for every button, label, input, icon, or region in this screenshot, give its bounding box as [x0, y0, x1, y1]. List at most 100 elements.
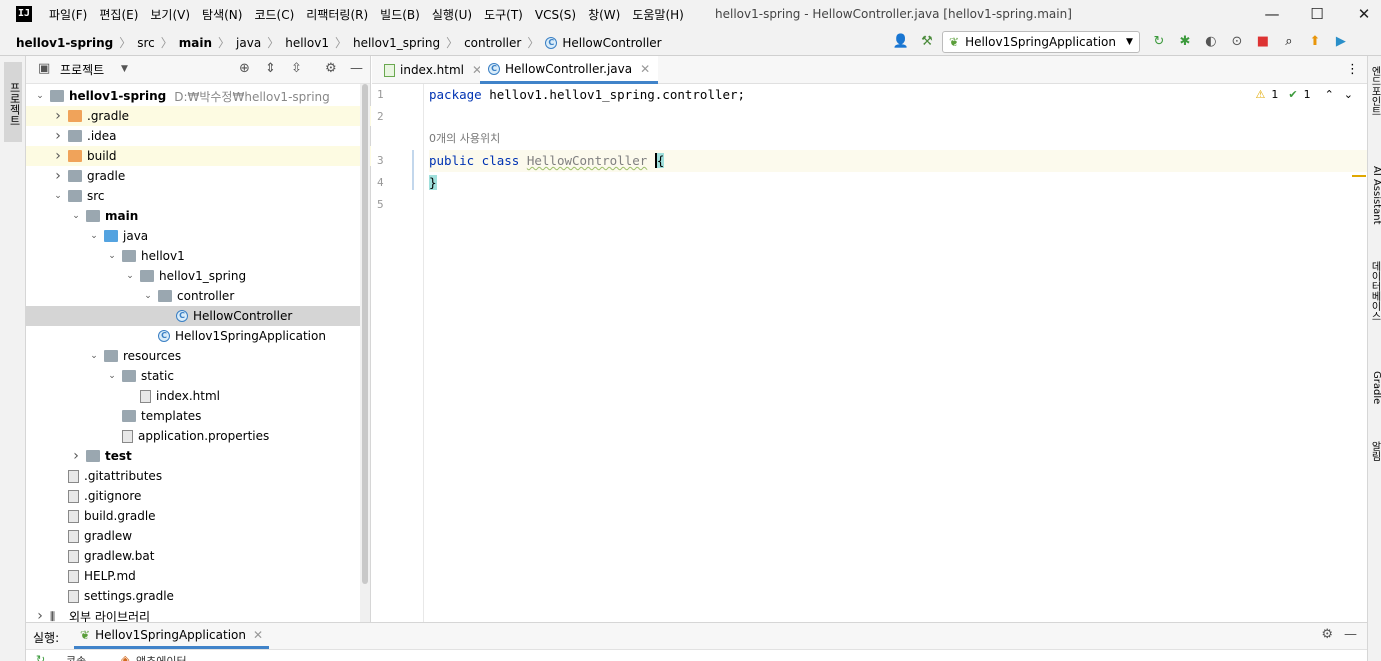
tab-hellowcontroller[interactable]: C HellowController.java ✕ — [480, 56, 659, 84]
debug-icon[interactable]: ✱ — [1174, 31, 1196, 53]
crumb-class[interactable]: HellowController — [562, 36, 661, 50]
tree-item[interactable]: ⌄ resources — [26, 346, 371, 366]
coverage-icon[interactable]: ◐ — [1200, 31, 1222, 53]
hide-icon[interactable]: — — [350, 61, 363, 76]
inspection-widget[interactable]: ⚠ 1 ✔ 1 ⌃ ⌄ — [1249, 88, 1353, 101]
collapse-all-icon[interactable]: ⇳ — [291, 61, 302, 76]
chevron-down-icon[interactable]: ⌄ — [142, 291, 154, 301]
tree-item[interactable]: C Hellov1SpringApplication — [26, 326, 371, 346]
tab-index-html[interactable]: index.html ✕ — [376, 56, 490, 84]
more-tabs-icon[interactable]: ⋮ — [1346, 62, 1359, 77]
locate-icon[interactable]: ⊕ — [239, 61, 250, 76]
menu-file[interactable]: 파일(F) — [49, 6, 87, 23]
chevron-down-icon[interactable]: ⌄ — [52, 191, 64, 201]
gradle-tab[interactable]: Gradle — [1368, 371, 1381, 404]
menu-help[interactable]: 도움말(H) — [632, 6, 684, 23]
menu-tools[interactable]: 도구(T) — [484, 6, 523, 23]
notifications-tab[interactable]: 알림 — [1368, 441, 1381, 461]
rerun-icon[interactable]: ↻ — [36, 653, 45, 661]
crumb-project[interactable]: hellov1-spring — [16, 36, 113, 50]
endpoints-tab[interactable]: 엔드포인트 — [1368, 66, 1381, 116]
menu-code[interactable]: 코드(C) — [254, 6, 294, 23]
run-config-select[interactable]: ❦ Hellov1SpringApplication ▼ — [942, 31, 1140, 53]
menu-build[interactable]: 빌드(B) — [380, 6, 420, 23]
actuator-tab[interactable]: 액추에이터 — [136, 653, 187, 661]
chevron-right-icon[interactable]: › — [52, 168, 64, 184]
user-icon[interactable]: 👤 — [890, 31, 912, 53]
tree-item[interactable]: templates — [26, 406, 371, 426]
project-scrollbar[interactable] — [360, 84, 370, 622]
tree-item[interactable]: C HellowController — [26, 306, 371, 326]
chevron-down-icon[interactable]: ⌄ — [70, 211, 82, 221]
crumb-controller[interactable]: controller — [464, 36, 521, 50]
stop-icon[interactable]: ■ — [1252, 31, 1274, 53]
tree-item[interactable]: ⌄ src — [26, 186, 371, 206]
tree-item[interactable]: ⌄ java — [26, 226, 371, 246]
tree-item[interactable]: index.html — [26, 386, 371, 406]
chevron-down-icon[interactable]: ⌄ — [124, 271, 136, 281]
plugin-icon[interactable]: ▶ — [1330, 31, 1352, 53]
project-panel-title[interactable]: 프로젝트 — [60, 61, 104, 78]
gear-icon[interactable]: ⚙ — [325, 61, 337, 76]
chevron-down-icon[interactable]: ⌄ — [88, 231, 100, 241]
console-tab[interactable]: 콘솔 — [66, 653, 86, 661]
chevron-right-icon[interactable]: › — [52, 128, 64, 144]
menu-vcs[interactable]: VCS(S) — [535, 8, 576, 22]
tree-item[interactable]: build.gradle — [26, 506, 371, 526]
crumb-main[interactable]: main — [179, 36, 212, 50]
menu-refactor[interactable]: 리팩터링(R) — [306, 6, 368, 23]
chevron-down-icon[interactable]: ⌄ — [1344, 88, 1353, 101]
menu-view[interactable]: 보기(V) — [150, 6, 190, 23]
chevron-right-icon[interactable]: › — [52, 148, 64, 164]
tree-item[interactable]: ⌄ main — [26, 206, 371, 226]
update-icon[interactable]: ⬆ — [1304, 31, 1326, 53]
tree-item[interactable]: ⌄ hellov1_spring — [26, 266, 371, 286]
tree-item[interactable]: › ⫼ 외부 라이브러리 — [26, 606, 371, 622]
chevron-down-icon[interactable]: ⌄ — [88, 351, 100, 361]
tree-item[interactable]: ⌄ controller — [26, 286, 371, 306]
tree-item[interactable]: gradlew — [26, 526, 371, 546]
close-icon[interactable]: ✕ — [640, 62, 650, 76]
usage-hint[interactable]: 0개의 사용위치 — [429, 128, 500, 150]
menu-edit[interactable]: 편집(E) — [99, 6, 138, 23]
tree-item[interactable]: › .gradle — [26, 106, 371, 126]
tree-item[interactable]: settings.gradle — [26, 586, 371, 606]
menu-navigate[interactable]: 탐색(N) — [202, 6, 242, 23]
close-window-button[interactable]: ✕ — [1354, 4, 1374, 24]
crumb-hellov1[interactable]: hellov1 — [285, 36, 329, 50]
maximize-button[interactable]: ☐ — [1307, 4, 1327, 24]
search-icon[interactable]: ⌕ — [1278, 31, 1300, 53]
profile-icon[interactable]: ⊙ — [1226, 31, 1248, 53]
close-icon[interactable]: ✕ — [253, 628, 263, 642]
crumb-hellov1-spring[interactable]: hellov1_spring — [353, 36, 440, 50]
menu-run[interactable]: 실행(U) — [432, 6, 472, 23]
tree-item[interactable]: › .idea — [26, 126, 371, 146]
chevron-down-icon[interactable]: ▼ — [121, 64, 128, 74]
tree-item[interactable]: › test — [26, 446, 371, 466]
tree-item[interactable]: › build — [26, 146, 371, 166]
chevron-right-icon[interactable]: › — [52, 108, 64, 124]
warning-stripe[interactable] — [1352, 175, 1366, 177]
chevron-down-icon[interactable]: ⌄ — [106, 371, 118, 381]
expand-all-icon[interactable]: ⇕ — [265, 61, 276, 76]
gear-icon[interactable]: ⚙ — [1321, 627, 1333, 642]
chevron-right-icon[interactable]: › — [34, 608, 46, 622]
code-editor[interactable]: package hellov1.hellov1_spring.controlle… — [429, 84, 1369, 622]
tree-item[interactable]: › gradle — [26, 166, 371, 186]
chevron-down-icon[interactable]: ⌄ — [106, 251, 118, 261]
chevron-right-icon[interactable]: › — [70, 448, 82, 464]
tree-item[interactable]: HELP.md — [26, 566, 371, 586]
tree-item[interactable]: ⌄ hellov1 — [26, 246, 371, 266]
crumb-src[interactable]: src — [137, 36, 155, 50]
tree-item[interactable]: ⌄ static — [26, 366, 371, 386]
chevron-up-icon[interactable]: ⌃ — [1325, 88, 1334, 101]
tree-item[interactable]: .gitattributes — [26, 466, 371, 486]
tree-item[interactable]: application.properties — [26, 426, 371, 446]
menu-window[interactable]: 창(W) — [588, 6, 620, 23]
project-tool-tab[interactable]: 프로젝트 — [4, 62, 22, 142]
chevron-down-icon[interactable]: ⌄ — [34, 91, 46, 101]
run-tab[interactable]: ❦ Hellov1SpringApplication ✕ — [74, 623, 270, 649]
crumb-java[interactable]: java — [236, 36, 261, 50]
tree-item[interactable]: ⌄ hellov1-spring D:₩박수정₩hellov1-spring — [26, 86, 371, 106]
tree-item[interactable]: .gitignore — [26, 486, 371, 506]
